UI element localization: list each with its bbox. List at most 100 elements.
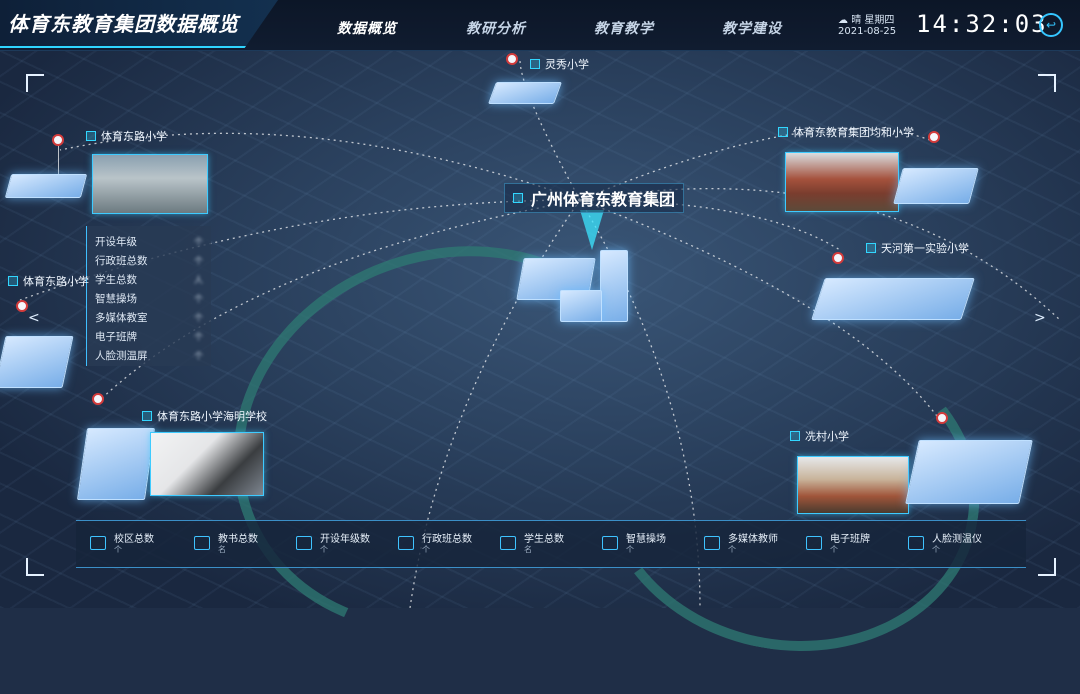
school-label[interactable]: 体育东路小学	[86, 128, 167, 144]
school-building[interactable]	[0, 336, 74, 388]
school-photo[interactable]	[92, 154, 208, 214]
school-label[interactable]: 体育东路小学海明学校	[142, 408, 267, 424]
center-building	[600, 250, 628, 322]
metric-unit: 名	[524, 545, 532, 554]
tab-education-teaching[interactable]: 教育教学	[594, 18, 654, 38]
label-marker-icon	[790, 431, 800, 441]
frame-corner	[1038, 74, 1056, 92]
location-pin-icon[interactable]	[506, 53, 518, 65]
face-scan-icon	[908, 536, 924, 550]
metric-label: 行政班总数	[422, 534, 472, 545]
school-label[interactable]: 天河第一实验小学	[866, 240, 969, 256]
location-pin-icon[interactable]	[928, 131, 940, 143]
metric-label: 电子班牌	[830, 534, 870, 545]
metric-unit: 个	[830, 545, 838, 554]
metric-unit: 个	[114, 545, 122, 554]
tab-teaching-construction[interactable]: 教学建设	[722, 18, 782, 38]
metric-label: 开设年级数	[320, 534, 370, 545]
stat-value: 个	[193, 238, 203, 248]
stat-value: 个	[193, 314, 203, 324]
grade-icon	[296, 536, 312, 550]
summary-bar: 校区总数 个 教书总数 名 开设年级数 个 行政班总数 个 学生总数 名 智慧操…	[76, 520, 1026, 568]
label-marker-icon	[513, 193, 523, 203]
label-marker-icon	[8, 276, 18, 286]
stat-label: 行政班总数	[95, 255, 148, 267]
location-pin-icon[interactable]	[832, 252, 844, 264]
clock: 14:32:03	[916, 10, 1048, 38]
metric-unit: 个	[728, 545, 736, 554]
stat-label: 多媒体教室	[95, 312, 148, 324]
school-name: 体育东教育集团均和小学	[793, 126, 914, 139]
title-box: 体育东教育集团数据概览	[0, 0, 278, 48]
label-marker-icon	[86, 131, 96, 141]
metric-unit: 个	[932, 545, 940, 554]
stat-label: 开设年级	[95, 236, 137, 248]
stat-label: 智慧操场	[95, 293, 137, 305]
center-label[interactable]: 广州体育东教育集团	[504, 183, 685, 213]
stat-value: 人	[193, 276, 203, 286]
frame-corner	[26, 558, 44, 576]
school-label[interactable]: 体育东教育集团均和小学	[778, 124, 914, 140]
stat-label: 学生总数	[95, 274, 137, 286]
location-pin-icon[interactable]	[92, 393, 104, 405]
metric-label: 学生总数	[524, 534, 564, 545]
school-name: 冼村小学	[805, 430, 849, 443]
location-pin-icon[interactable]	[52, 134, 64, 146]
metric-unit: 个	[626, 545, 634, 554]
multimedia-icon	[704, 536, 720, 550]
chevron-right-icon[interactable]: >	[1034, 310, 1046, 326]
city-map[interactable]: 广州体育东教育集团 灵秀小学 体育东路小学 开设年级 个 行政班总数 个 学生总…	[0, 0, 1080, 694]
label-marker-icon	[778, 127, 788, 137]
school-building[interactable]	[4, 174, 88, 198]
school-building[interactable]	[893, 168, 979, 204]
school-photo[interactable]	[785, 152, 899, 212]
frame-corner	[26, 74, 44, 92]
school-name: 体育东路小学	[23, 275, 89, 288]
school-icon	[90, 536, 106, 550]
chevron-left-icon[interactable]: <	[28, 310, 40, 326]
location-pin-icon[interactable]	[936, 412, 948, 424]
date: 2021-08-25	[838, 26, 897, 37]
pin-stem	[58, 146, 59, 174]
center-building	[560, 290, 602, 322]
school-photo[interactable]	[797, 456, 909, 514]
school-building[interactable]	[76, 428, 156, 500]
school-photo[interactable]	[150, 432, 264, 496]
tab-research-analysis[interactable]: 教研分析	[466, 18, 526, 38]
school-label[interactable]: 冼村小学	[790, 428, 849, 444]
school-label[interactable]: 灵秀小学	[530, 56, 589, 72]
back-arrow-icon[interactable]: ↩	[1039, 13, 1063, 37]
stat-value: 个	[193, 257, 203, 267]
top-bar: 体育东教育集团数据概览 数据概览 教研分析 教育教学 教学建设 ☁ 晴 星期四 …	[0, 0, 1080, 51]
stat-label: 人脸测温屏	[95, 350, 148, 362]
metric-unit: 个	[422, 545, 430, 554]
location-beam	[580, 210, 604, 250]
stat-label: 电子班牌	[95, 331, 137, 343]
label-marker-icon	[142, 411, 152, 421]
metric-unit: 名	[218, 545, 226, 554]
school-name: 体育东路小学海明学校	[157, 410, 267, 423]
metric-label: 人脸测温仪	[932, 534, 982, 545]
weather: ☁ 晴 星期四	[838, 11, 894, 26]
playground-icon	[602, 536, 618, 550]
tab-data-overview[interactable]: 数据概览	[337, 18, 397, 38]
metric-label: 多媒体教师	[728, 534, 778, 545]
frame-corner	[1038, 558, 1056, 576]
metric-label: 智慧操场	[626, 534, 666, 545]
school-name: 体育东路小学	[101, 130, 167, 143]
school-stats-panel: 开设年级 个 行政班总数 个 学生总数 人 智慧操场 个 多媒体教室 个 电子班…	[86, 226, 211, 366]
school-building[interactable]	[811, 278, 975, 320]
metric-unit: 个	[320, 545, 328, 554]
school-building[interactable]	[487, 82, 563, 104]
class-icon	[398, 536, 414, 550]
label-marker-icon	[866, 243, 876, 253]
stat-value: 个	[193, 295, 203, 305]
teacher-icon	[194, 536, 210, 550]
stat-value: 个	[193, 352, 203, 362]
school-label[interactable]: 体育东路小学	[8, 273, 89, 289]
board-icon	[806, 536, 822, 550]
school-building[interactable]	[905, 440, 1033, 504]
metric-label: 教书总数	[218, 534, 258, 545]
location-pin-icon[interactable]	[16, 300, 28, 312]
student-icon	[500, 536, 516, 550]
